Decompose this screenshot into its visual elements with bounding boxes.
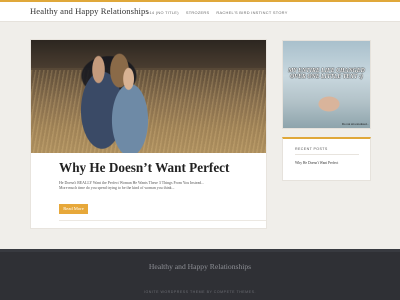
nav-item-no-title[interactable]: #14 (no title) — [147, 9, 179, 17]
post-divider — [59, 220, 266, 221]
post-excerpt-line: More much time do you spend trying to be… — [59, 186, 175, 191]
site-footer: Healthy and Happy Relationships Ignite W… — [0, 249, 400, 300]
post-featured-image[interactable] — [31, 40, 266, 153]
ad-headline: My entire life changed over one little t… — [288, 68, 365, 81]
recent-post-link[interactable]: Why He Doesn't Want Perfect — [295, 161, 338, 165]
nav-item-rachels-story[interactable]: Rachel's Bird Instinct Story — [216, 9, 287, 17]
footer-credit[interactable]: Ignite WordPress Theme by Compete Themes… — [0, 290, 400, 294]
post-title[interactable]: Why He Doesn’t Want Perfect — [59, 160, 259, 176]
post-excerpt: He Doesn't REALLY Want the Perfect Woman… — [59, 181, 259, 192]
post-card: Why He Doesn’t Want Perfect He Doesn't R… — [30, 39, 267, 229]
footer-site-title[interactable]: Healthy and Happy Relationships — [0, 262, 400, 271]
image-person-woman — [95, 50, 165, 153]
ad-hand-image — [313, 87, 353, 121]
main-navigation: #14 (no title) Strozers Rachel's Bird In… — [147, 9, 295, 17]
widget-divider — [295, 154, 359, 155]
recent-posts-title: Recent Posts — [295, 147, 328, 151]
sidebar-ad-widget[interactable]: My entire life changed over one little t… — [282, 40, 371, 129]
read-more-button[interactable]: Read More — [59, 204, 88, 214]
ad-caption: Do not sit unnoticed... — [341, 122, 369, 126]
recent-posts-widget: Recent Posts Why He Doesn't Want Perfect — [282, 137, 371, 181]
site-header: Healthy and Happy Relationships #14 (no … — [0, 2, 400, 22]
nav-item-strozers[interactable]: Strozers — [186, 9, 210, 17]
site-title[interactable]: Healthy and Happy Relationships — [30, 6, 149, 16]
